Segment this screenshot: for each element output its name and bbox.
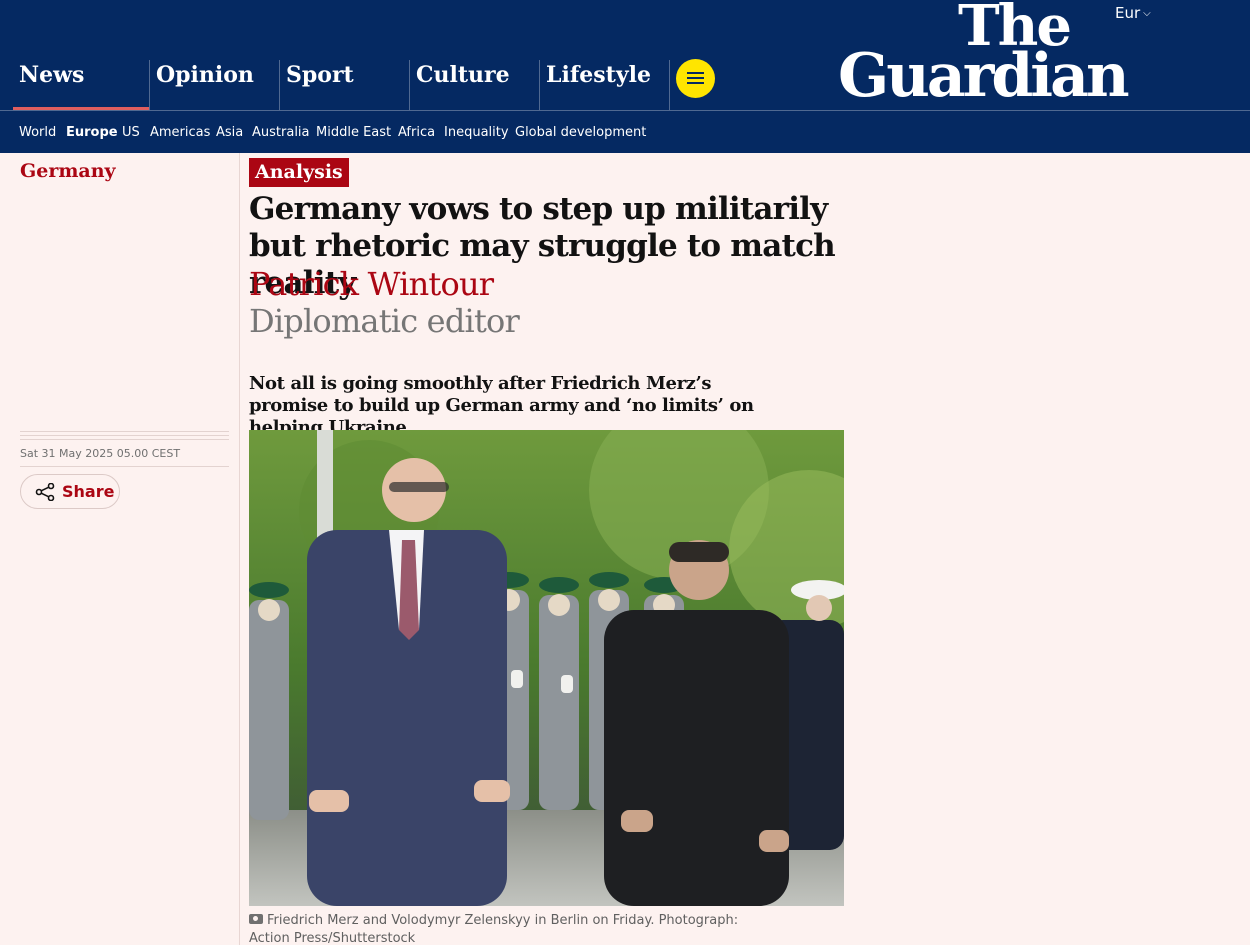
pillar-news-label: News xyxy=(19,62,85,88)
author-byline[interactable]: Patrick Wintour xyxy=(249,265,494,303)
pillar-lifestyle-label: Lifestyle xyxy=(546,62,651,88)
article-kicker: Analysis xyxy=(249,158,349,187)
pillar-culture-label: Culture xyxy=(416,62,510,88)
masthead: Eur ⌵ The Guardian News Opinion Sport Cul… xyxy=(0,0,1250,111)
menu-button[interactable] xyxy=(676,59,715,98)
hamburger-icon-line xyxy=(687,82,704,84)
publish-date: Sat 31 May 2025 05.00 CEST xyxy=(20,447,181,460)
author-role: Diplomatic editor xyxy=(249,302,520,340)
subnav-global-development[interactable]: Global development xyxy=(515,125,646,140)
subnav-australia[interactable]: Australia xyxy=(252,125,310,140)
meta-divider xyxy=(20,431,229,443)
logo-guardian: Guardian xyxy=(838,41,1130,111)
section-label[interactable]: Germany xyxy=(20,160,116,182)
hamburger-icon xyxy=(687,72,704,74)
pillar-opinion[interactable]: Opinion xyxy=(149,60,280,111)
subnav-us[interactable]: US xyxy=(122,125,140,140)
pillar-culture[interactable]: Culture xyxy=(409,60,540,111)
subnav-middle-east[interactable]: Middle East xyxy=(316,125,391,140)
pillar-lifestyle[interactable]: Lifestyle xyxy=(539,60,670,111)
share-icon xyxy=(35,483,55,501)
subnav: World Europe US Americas Asia Australia … xyxy=(0,110,1250,153)
photo-illustration xyxy=(249,430,844,906)
camera-icon xyxy=(249,914,263,924)
subnav-americas[interactable]: Americas xyxy=(150,125,210,140)
caption-text: Friedrich Merz and Volodymyr Zelenskyy i… xyxy=(249,913,739,945)
subnav-inequality[interactable]: Inequality xyxy=(444,125,509,140)
meta-rule xyxy=(20,466,229,467)
pillar-news[interactable]: News xyxy=(13,60,149,111)
share-label: Share xyxy=(62,482,115,501)
menu-divider xyxy=(669,60,670,111)
article-main-photo[interactable] xyxy=(249,430,844,906)
photo-caption: Friedrich Merz and Volodymyr Zelenskyy i… xyxy=(249,912,759,945)
subnav-africa[interactable]: Africa xyxy=(398,125,435,140)
pillar-opinion-label: Opinion xyxy=(156,62,254,88)
left-column: Germany Sat 31 May 2025 05.00 CEST Share xyxy=(0,153,240,945)
pillar-sport[interactable]: Sport xyxy=(279,60,410,111)
subnav-asia[interactable]: Asia xyxy=(216,125,243,140)
hamburger-icon-line xyxy=(687,77,704,79)
subnav-europe[interactable]: Europe xyxy=(66,125,118,140)
pillar-sport-label: Sport xyxy=(286,62,354,88)
guardian-logo[interactable]: The Guardian xyxy=(838,0,1150,111)
subnav-world[interactable]: World xyxy=(19,125,56,140)
share-button[interactable]: Share xyxy=(20,474,120,509)
